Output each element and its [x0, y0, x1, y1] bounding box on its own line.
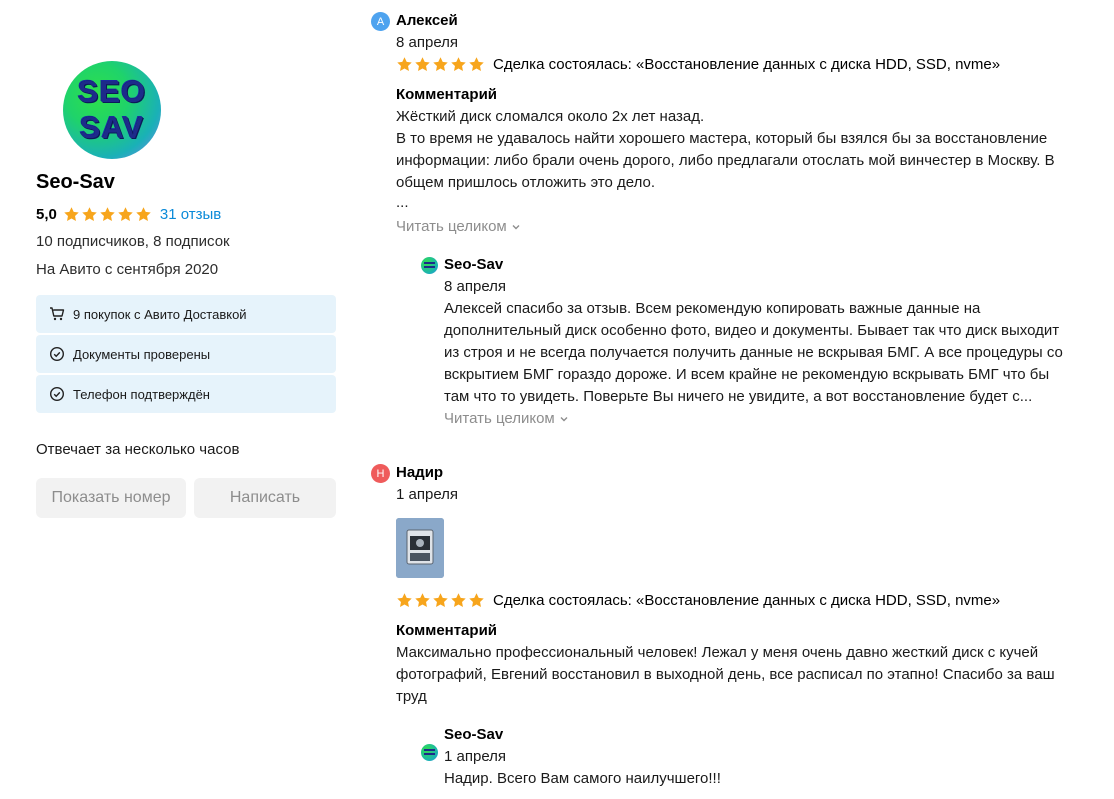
reply-text-line: вскрытием БМГ гораздо дороже. И всем кра…: [444, 366, 1050, 383]
reply-author[interactable]: Seo-Sav: [444, 256, 503, 273]
badge-label: 9 покупок с Авито Доставкой: [73, 306, 247, 322]
deal-text[interactable]: Сделка состоялась: «Восстановление данны…: [493, 56, 1000, 73]
star-icon: [100, 206, 115, 221]
review-stars: [396, 592, 486, 609]
star-icon: [469, 593, 484, 607]
reply-text: Надир. Всего Вам самого наилучшего!!!: [444, 768, 1109, 790]
review-text-line: труд: [396, 688, 427, 705]
star-icon: [118, 206, 133, 221]
reviewer-avatar[interactable]: А: [371, 12, 390, 31]
reply-date: 1 апреля: [444, 748, 507, 765]
comment-label: Комментарий: [396, 86, 498, 103]
deal-text[interactable]: Сделка состоялась: «Восстановление данны…: [493, 592, 1000, 609]
review-text-line: Жёсткий диск сломался около 2х лет назад…: [396, 108, 705, 125]
badge-label: Телефон подтверждён: [73, 386, 210, 402]
badge-label: Документы проверены: [73, 346, 211, 362]
response-time: Отвечает за несколько часов: [36, 441, 240, 458]
review-text: Максимально профессиональный человек! Ле…: [396, 642, 1106, 708]
review-deal-row: Сделка состоялась: «Восстановление данны…: [396, 56, 1000, 73]
seller-reply-avatar: [421, 744, 438, 761]
review-author[interactable]: Надир: [396, 464, 443, 481]
badge-documents: Документы проверены: [36, 335, 336, 373]
member-since: На Авито с сентября 2020: [36, 261, 219, 278]
review-text-line: В то время не удавалось найти хорошего м…: [396, 130, 1048, 147]
followers-info[interactable]: 10 подписчиков, 8 подписок: [36, 233, 230, 250]
star-icon: [451, 57, 466, 71]
star-icon: [433, 57, 448, 71]
seller-avatar[interactable]: SEO SAV: [63, 61, 161, 159]
read-more-link[interactable]: Читать целиком: [444, 410, 569, 427]
star-icon: [397, 57, 412, 71]
star-icon: [415, 57, 430, 71]
check-circle-icon: [49, 386, 65, 402]
reply-date: 8 апреля: [444, 278, 507, 295]
rating-value: 5,0: [36, 205, 57, 223]
reply-text-line: Алексей спасибо за отзыв. Всем рекоменду…: [444, 300, 981, 317]
review-stars: [396, 56, 486, 73]
reply-text-line: дополнительный диск особенно фото, видео…: [444, 322, 1060, 339]
review-text-line: общем пришлось отложить это дело.: [396, 174, 656, 191]
star-icon: [136, 206, 151, 221]
badge-deliveries: 9 покупок с Авито Доставкой: [36, 295, 336, 333]
reply-text-line: из строя и не всегда получается получить…: [444, 344, 1063, 361]
read-more-label: Читать целиком: [396, 218, 507, 235]
chevron-down-icon: [560, 416, 568, 421]
review-text-line: фотографий, Евгений восстановил в выходн…: [396, 666, 1055, 683]
review-photo-thumbnail[interactable]: [396, 518, 444, 578]
review-date: 8 апреля: [396, 34, 459, 51]
reply-author[interactable]: Seo-Sav: [444, 726, 503, 743]
comment-label: Комментарий: [396, 622, 498, 639]
reply-text-line: там что то увидеть. Поверьте Вы ничего н…: [444, 388, 1033, 405]
hard-drive-photo: [396, 518, 444, 578]
star-icon: [64, 206, 79, 221]
reply-text: Алексей спасибо за отзыв. Всем рекоменду…: [444, 298, 1109, 408]
rating-stars: [63, 206, 153, 223]
logo-text-top: SEO: [77, 74, 147, 109]
show-phone-button[interactable]: Показать номер: [36, 478, 186, 518]
read-more-label: Читать целиком: [444, 410, 555, 427]
star-icon: [469, 57, 484, 71]
logo-text-bottom: SAV: [79, 110, 145, 145]
review-text-line: информации: либо брали очень дорого, либ…: [396, 152, 1055, 169]
star-icon: [397, 593, 412, 607]
badge-phone: Телефон подтверждён: [36, 375, 336, 413]
review-text-line: Максимально профессиональный человек! Ле…: [396, 644, 1039, 661]
seller-reply-avatar: [421, 257, 438, 274]
review-text-line: ...: [396, 194, 409, 211]
review-text: Жёсткий диск сломался около 2х лет назад…: [396, 106, 1106, 212]
cart-icon: [50, 307, 65, 321]
reply-text-line: Надир. Всего Вам самого наилучшего!!!: [444, 770, 721, 787]
reviewer-avatar[interactable]: Н: [371, 464, 390, 483]
reviews-count-link[interactable]: 31 отзыв: [160, 206, 221, 223]
seller-name[interactable]: Seo-Sav: [36, 171, 115, 194]
star-icon: [433, 593, 448, 607]
write-message-button[interactable]: Написать: [194, 478, 336, 518]
star-icon: [82, 206, 97, 221]
review-date: 1 апреля: [396, 486, 459, 503]
chevron-down-icon: [512, 224, 520, 229]
read-more-link[interactable]: Читать целиком: [396, 218, 521, 235]
star-icon: [451, 593, 466, 607]
review-deal-row: Сделка состоялась: «Восстановление данны…: [396, 592, 1000, 609]
review-author[interactable]: Алексей: [396, 12, 458, 29]
star-icon: [415, 593, 430, 607]
check-circle-icon: [49, 346, 65, 362]
seller-rating: 5,0 31 отзыв: [36, 204, 221, 224]
seller-badges: 9 покупок с Авито Доставкой Документы пр…: [36, 295, 336, 415]
